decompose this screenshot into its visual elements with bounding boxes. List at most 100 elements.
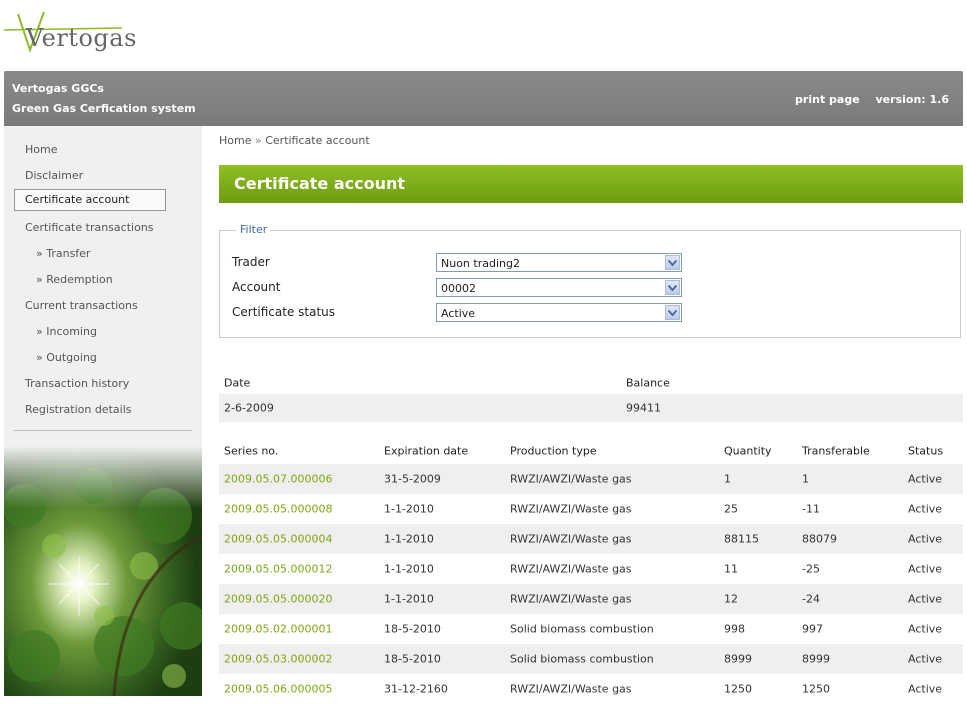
series-link[interactable]: 2009.05.07.000006: [224, 473, 332, 486]
sidebar-item-certificate-transactions[interactable]: Certificate transactions: [25, 221, 154, 234]
transferable-cell: -24: [802, 592, 820, 606]
series-link[interactable]: 2009.05.05.000012: [224, 563, 332, 576]
certificate-status-label: Certificate status: [232, 305, 336, 319]
table-row: 2009.05.05.000020 1-1-2010 RWZI/AWZI/Was…: [219, 584, 963, 614]
breadcrumb-separator: »: [254, 134, 262, 147]
col-header-expiration: Expiration date: [384, 444, 469, 458]
chevron-down-icon[interactable]: [665, 255, 680, 270]
page-title-banner: Certificate account: [219, 165, 963, 203]
expiration-cell: 18-5-2010: [384, 652, 441, 666]
sidebar-item-certificate-account[interactable]: Certificate account: [14, 189, 166, 211]
table-row: 2009.05.03.000002 18-5-2010 Solid biomas…: [219, 644, 963, 674]
expiration-cell: 1-1-2010: [384, 502, 434, 516]
sidebar-item-home[interactable]: Home: [25, 143, 57, 156]
breadcrumb: Home » Certificate account: [219, 134, 370, 147]
expiration-cell: 31-5-2009: [384, 472, 441, 486]
expiration-cell: 31-12-2160: [384, 682, 448, 696]
balance-date: 2-6-2009: [224, 401, 274, 415]
sidebar-item-transaction-history[interactable]: Transaction history: [25, 377, 129, 390]
production-cell: RWZI/AWZI/Waste gas: [510, 592, 632, 606]
expiration-cell: 18-5-2010: [384, 622, 441, 636]
main-content: Home » Certificate account Certificate a…: [219, 126, 963, 704]
transferable-cell: 1: [802, 472, 809, 486]
trader-select[interactable]: Nuon trading2: [436, 253, 682, 272]
breadcrumb-current: Certificate account: [265, 134, 370, 147]
sidebar-item-transfer[interactable]: » Transfer: [36, 247, 90, 260]
production-cell: RWZI/AWZI/Waste gas: [510, 532, 632, 546]
table-row: 2009.05.05.000004 1-1-2010 RWZI/AWZI/Was…: [219, 524, 963, 554]
table-row: 2009.05.05.000012 1-1-2010 RWZI/AWZI/Was…: [219, 554, 963, 584]
balance-table-header: Date Balance: [219, 372, 963, 394]
series-link[interactable]: 2009.05.05.000008: [224, 503, 332, 516]
account-select[interactable]: 00002: [436, 278, 682, 297]
series-link[interactable]: 2009.05.02.000001: [224, 623, 332, 636]
quantity-cell: 998: [724, 622, 745, 636]
quantity-cell: 12: [724, 592, 738, 606]
sidebar-item-outgoing[interactable]: » Outgoing: [36, 351, 97, 364]
quantity-cell: 11: [724, 562, 738, 576]
sidebar-divider: [14, 430, 192, 431]
app-title: Vertogas GGCs: [12, 82, 104, 95]
status-cell: Active: [908, 592, 943, 606]
certificate-status-select[interactable]: Active: [436, 303, 682, 322]
expiration-cell: 1-1-2010: [384, 592, 434, 606]
table-row: 2009.05.07.000006 31-5-2009 RWZI/AWZI/Wa…: [219, 464, 963, 494]
certificate-status-select-value: Active: [441, 307, 476, 320]
series-link[interactable]: 2009.05.06.000005: [224, 683, 332, 696]
transferable-cell: 8999: [802, 652, 830, 666]
status-cell: Active: [908, 562, 943, 576]
balance-value: 99411: [626, 401, 661, 415]
production-cell: RWZI/AWZI/Waste gas: [510, 562, 632, 576]
production-cell: RWZI/AWZI/Waste gas: [510, 472, 632, 486]
production-cell: RWZI/AWZI/Waste gas: [510, 682, 632, 696]
vertogas-logo[interactable]: Vertogas: [4, 10, 137, 60]
page-title: Certificate account: [234, 174, 406, 193]
quantity-cell: 1: [724, 472, 731, 486]
sidebar-item-disclaimer[interactable]: Disclaimer: [25, 169, 83, 182]
trader-select-value: Nuon trading2: [441, 257, 520, 270]
status-cell: Active: [908, 682, 943, 696]
series-link[interactable]: 2009.05.03.000002: [224, 653, 332, 666]
chevron-down-icon[interactable]: [665, 305, 680, 320]
filter-legend: Filter: [236, 223, 272, 236]
col-header-series: Series no.: [224, 444, 279, 458]
series-link[interactable]: 2009.05.05.000020: [224, 593, 332, 606]
certificates-table-body: 2009.05.07.000006 31-5-2009 RWZI/AWZI/Wa…: [219, 464, 963, 704]
quantity-cell: 8999: [724, 652, 752, 666]
logo-text: Vertogas: [26, 24, 137, 52]
trader-label: Trader: [232, 255, 270, 269]
expiration-cell: 1-1-2010: [384, 532, 434, 546]
sidebar-item-incoming[interactable]: » Incoming: [36, 325, 97, 338]
balance-header-date: Date: [224, 376, 251, 390]
production-cell: Solid biomass combustion: [510, 652, 654, 666]
table-row: 2009.05.06.000005 31-12-2160 RWZI/AWZI/W…: [219, 674, 963, 704]
status-cell: Active: [908, 532, 943, 546]
chevron-down-icon[interactable]: [665, 280, 680, 295]
transferable-cell: -25: [802, 562, 820, 576]
quantity-cell: 25: [724, 502, 738, 516]
expiration-cell: 1-1-2010: [384, 562, 434, 576]
balance-header-balance: Balance: [626, 376, 670, 390]
transferable-cell: -11: [802, 502, 820, 516]
certificates-table-header: Series no. Expiration date Production ty…: [219, 438, 963, 464]
account-label: Account: [232, 280, 281, 294]
version-label: version: 1.6: [875, 93, 949, 106]
balance-row: 2-6-2009 99411: [219, 394, 963, 422]
quantity-cell: 88115: [724, 532, 759, 546]
transferable-cell: 88079: [802, 532, 837, 546]
col-header-transferable: Transferable: [802, 444, 870, 458]
table-row: 2009.05.02.000001 18-5-2010 Solid biomas…: [219, 614, 963, 644]
print-page-link[interactable]: print page: [795, 93, 860, 106]
app-subtitle: Green Gas Cerfication system: [12, 102, 196, 115]
col-header-status: Status: [908, 444, 944, 458]
sidebar-item-redemption[interactable]: » Redemption: [36, 273, 113, 286]
header-bar: Vertogas GGCs Green Gas Cerfication syst…: [4, 71, 963, 126]
breadcrumb-home-link[interactable]: Home: [219, 134, 251, 147]
sidebar-item-current-transactions[interactable]: Current transactions: [25, 299, 138, 312]
sidebar-item-registration-details[interactable]: Registration details: [25, 403, 131, 416]
transferable-cell: 997: [802, 622, 823, 636]
filter-fieldset: Filter Trader Nuon trading2 Account 0000…: [219, 223, 961, 338]
status-cell: Active: [908, 652, 943, 666]
status-cell: Active: [908, 622, 943, 636]
series-link[interactable]: 2009.05.05.000004: [224, 533, 332, 546]
